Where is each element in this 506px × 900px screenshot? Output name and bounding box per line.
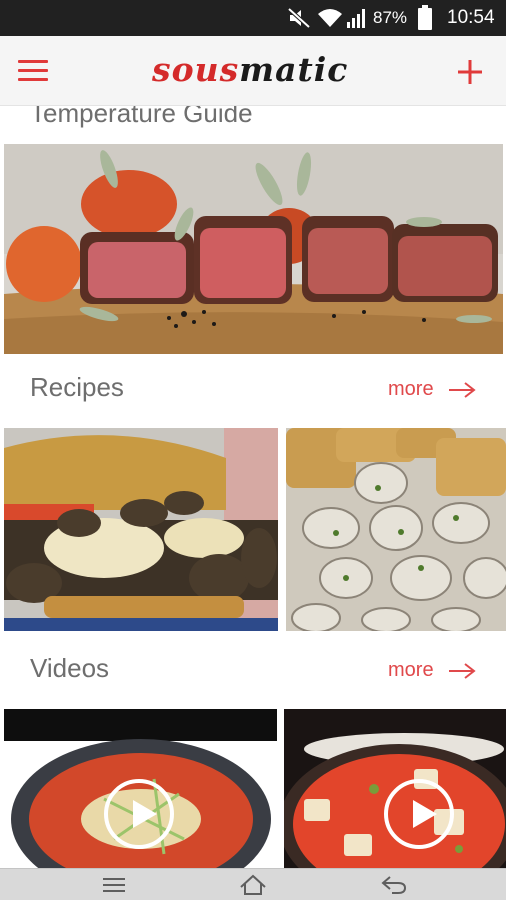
arrow-right-icon [448, 381, 476, 398]
mute-icon [287, 7, 311, 29]
logo-part-matic: matic [239, 50, 349, 89]
temperature-guide-image[interactable] [4, 144, 503, 354]
signal-icon [347, 9, 365, 28]
hamburger-menu-icon [18, 60, 48, 63]
battery-percent: 87% [373, 8, 408, 27]
video-tile-kimchi-stew[interactable] [284, 709, 506, 868]
arrow-right-icon [448, 662, 476, 679]
play-icon[interactable] [104, 779, 174, 849]
video-tile-noodle-soup[interactable] [4, 709, 277, 868]
back-button[interactable] [378, 873, 410, 897]
system-nav-bar [0, 868, 506, 900]
plus-icon [458, 60, 482, 84]
logo-part-sous: sous [152, 50, 240, 89]
app-logo: sousmatic [152, 50, 348, 90]
clams-photo [286, 428, 506, 631]
app-bar: sousmatic [0, 36, 506, 106]
burger-photo [4, 428, 278, 631]
back-icon [381, 876, 407, 894]
status-bar: 87% 10:54 [0, 0, 506, 36]
home-content[interactable]: Temperature Guide Recipes more Videos mo… [0, 106, 506, 868]
wifi-icon [318, 9, 342, 27]
play-icon[interactable] [384, 779, 454, 849]
home-icon [240, 874, 266, 895]
battery-icon [418, 5, 432, 30]
add-button[interactable] [452, 54, 488, 90]
temperature-guide-title: Temperature Guide [30, 106, 253, 128]
recipe-tile-clams[interactable] [286, 428, 506, 631]
steak-photo [4, 144, 503, 354]
recipes-more-label: more [388, 378, 434, 400]
clock: 10:54 [447, 7, 495, 28]
menu-button[interactable] [16, 56, 52, 86]
recipes-more-link[interactable]: more [388, 378, 476, 401]
recipes-title: Recipes [30, 372, 124, 402]
videos-title: Videos [30, 653, 110, 683]
recipe-tile-burger[interactable] [4, 428, 278, 631]
recent-apps-button[interactable] [98, 873, 130, 897]
videos-more-link[interactable]: more [388, 659, 476, 682]
videos-more-label: more [388, 659, 434, 681]
home-button[interactable] [237, 873, 269, 897]
recent-apps-icon [103, 878, 125, 892]
